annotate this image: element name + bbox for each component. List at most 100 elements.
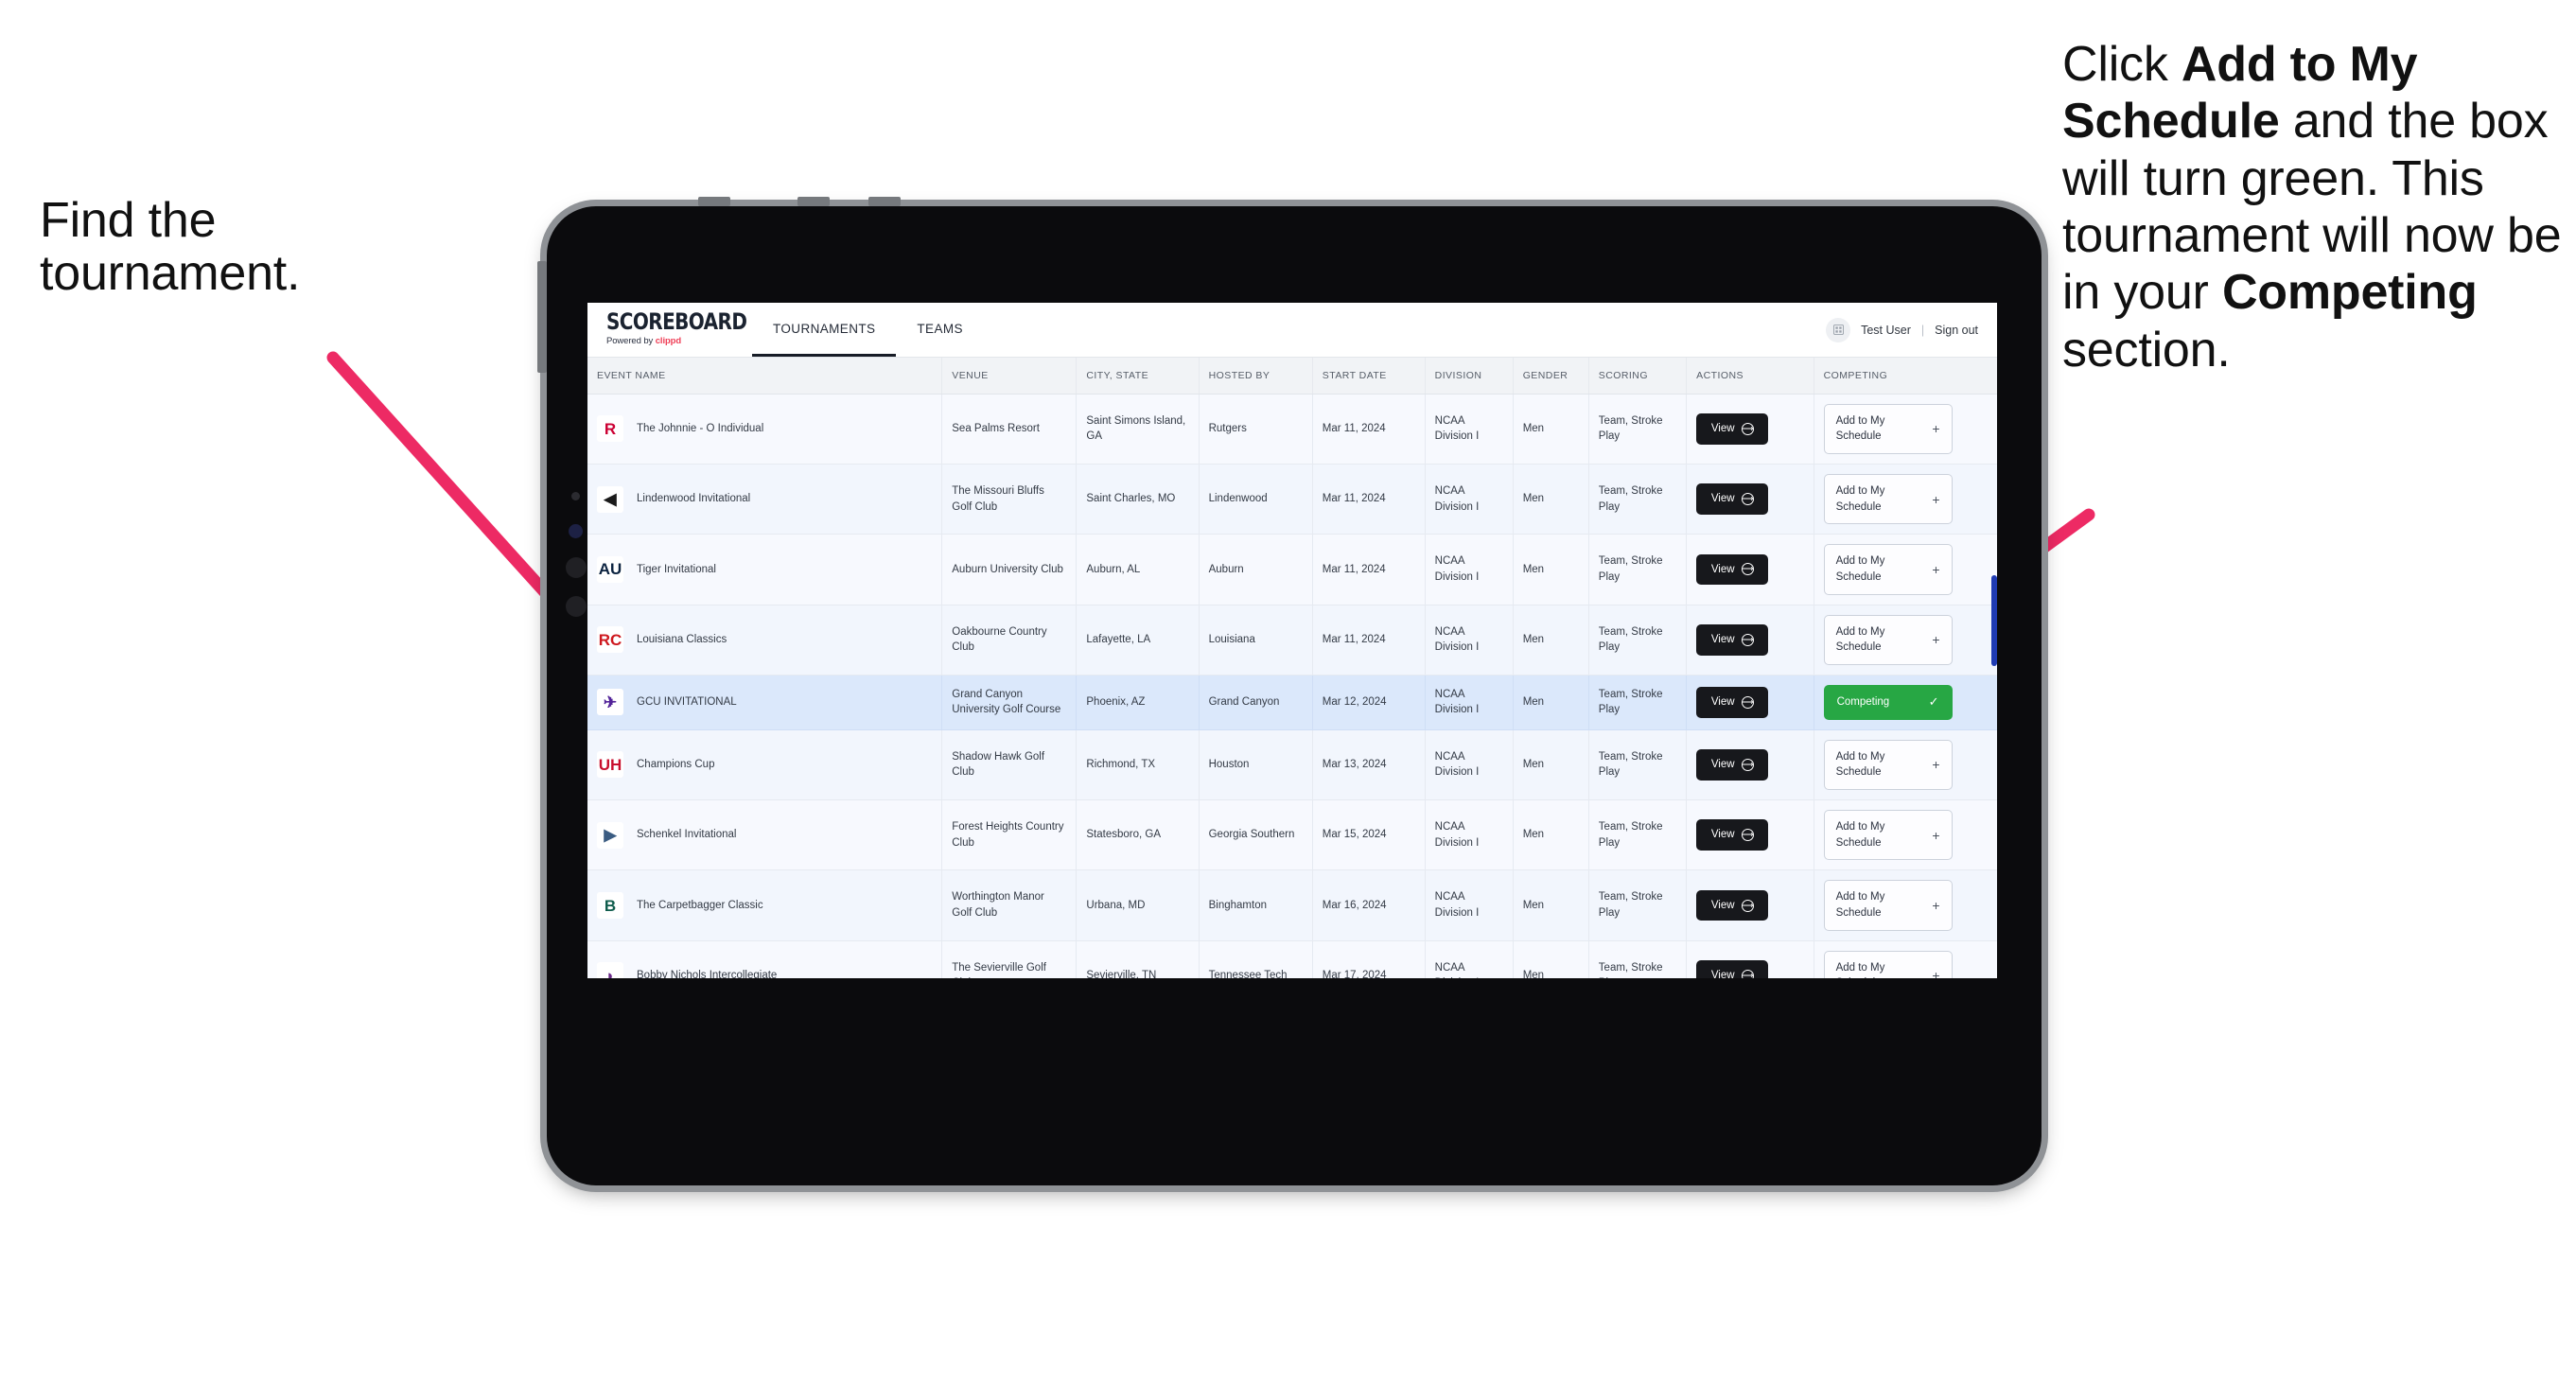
cell-event-name: ▶ Schenkel Invitational bbox=[587, 799, 943, 871]
col-competing[interactable]: COMPETING bbox=[1814, 358, 1997, 395]
sign-out-link[interactable]: Sign out bbox=[1935, 324, 1978, 337]
cell-venue: Sea Palms Resort bbox=[941, 394, 1078, 465]
cell-hosted-by: Louisiana bbox=[1199, 605, 1313, 675]
cell-division: NCAA Division I bbox=[1425, 940, 1514, 978]
speaker-hole-1 bbox=[566, 557, 587, 578]
view-label: View bbox=[1710, 493, 1735, 505]
user-grid-icon[interactable] bbox=[1826, 317, 1851, 342]
brand-logo[interactable]: SCOREBOARD Powered by clippd bbox=[587, 303, 747, 357]
volume-up-button[interactable] bbox=[698, 197, 730, 206]
cell-gender: Men bbox=[1513, 940, 1589, 978]
col-event-name[interactable]: EVENT NAME bbox=[587, 358, 943, 395]
add-label: Add to My Schedule bbox=[1835, 961, 1885, 978]
add-label: Add to My Schedule bbox=[1835, 484, 1885, 513]
col-start-date[interactable]: START DATE bbox=[1312, 358, 1426, 395]
table-row[interactable]: ✈ GCU INVITATIONAL Grand Canyon University… bbox=[587, 675, 1997, 730]
view-button[interactable]: View ⟶ bbox=[1696, 483, 1769, 515]
arrow-right-circle-icon: ⟶ bbox=[1741, 969, 1754, 978]
table-row[interactable]: B The Carpetbagger Classic Worthington Man… bbox=[587, 869, 1997, 941]
cell-scoring: Team, Stroke Play bbox=[1588, 799, 1688, 871]
arrow-right-circle-icon: ⟶ bbox=[1741, 829, 1754, 842]
table-row[interactable]: RC Louisiana Classics Oakbourne Country Cl… bbox=[587, 605, 1997, 675]
view-label: View bbox=[1710, 422, 1735, 434]
plus-icon: + bbox=[1932, 632, 1940, 648]
annotation-add-to-schedule: Click Add to My Schedule and the box wil… bbox=[2062, 36, 2576, 378]
clippd-brand: clippd bbox=[655, 336, 682, 346]
grand-canyon-lope-logo: ✈ bbox=[597, 689, 623, 716]
add-to-my-schedule-button[interactable]: Add to My Schedule + bbox=[1823, 473, 1953, 525]
view-button[interactable]: View ⟶ bbox=[1696, 749, 1769, 781]
table-row[interactable]: UH Champions Cup Shadow Hawk Golf Club Rich… bbox=[587, 729, 1997, 801]
col-gender[interactable]: GENDER bbox=[1513, 358, 1589, 395]
tournaments-table: EVENT NAME VENUE CITY, STATE HOSTED BY S… bbox=[587, 358, 1997, 978]
arrow-right-circle-icon: ⟶ bbox=[1741, 695, 1754, 709]
cell-event-name: RC Louisiana Classics bbox=[587, 605, 943, 675]
cell-gender: Men bbox=[1513, 869, 1589, 941]
add-to-my-schedule-button[interactable]: Add to My Schedule + bbox=[1823, 950, 1953, 978]
view-button[interactable]: View ⟶ bbox=[1696, 889, 1769, 921]
arrow-right-circle-icon: ⟶ bbox=[1741, 422, 1754, 435]
table-row[interactable]: ◗ Bobby Nichols Intercollegiate The Sevier… bbox=[587, 940, 1997, 978]
add-label: Add to My Schedule bbox=[1835, 821, 1885, 849]
camera-lens bbox=[569, 524, 583, 538]
cell-venue: Auburn University Club bbox=[941, 534, 1078, 605]
cell-start-date: Mar 16, 2024 bbox=[1312, 869, 1426, 941]
power-button[interactable] bbox=[868, 197, 901, 206]
view-label: View bbox=[1710, 633, 1735, 645]
view-label: View bbox=[1710, 899, 1735, 911]
add-to-my-schedule-button[interactable]: Add to My Schedule + bbox=[1823, 544, 1953, 595]
cell-scoring: Team, Stroke Play bbox=[1588, 869, 1688, 941]
brand-powered-by: Powered by clippd bbox=[606, 336, 746, 346]
view-button[interactable]: View ⟶ bbox=[1696, 553, 1769, 586]
houston-uh-logo: UH bbox=[597, 751, 623, 779]
add-to-my-schedule-button[interactable]: Add to My Schedule + bbox=[1823, 614, 1953, 665]
cell-event-name: UH Champions Cup bbox=[587, 729, 943, 801]
col-city-state[interactable]: CITY, STATE bbox=[1076, 358, 1200, 395]
side-button[interactable] bbox=[537, 261, 547, 373]
col-actions[interactable]: ACTIONS bbox=[1686, 358, 1814, 395]
add-label: Add to My Schedule bbox=[1835, 555, 1885, 583]
col-hosted-by[interactable]: HOSTED BY bbox=[1199, 358, 1313, 395]
view-button[interactable]: View ⟶ bbox=[1696, 819, 1769, 851]
plus-icon: + bbox=[1932, 561, 1940, 577]
plus-icon: + bbox=[1932, 757, 1940, 773]
table-body: R The Johnnie - O Individual Sea Palms Res… bbox=[587, 394, 1997, 978]
cell-actions: View ⟶ bbox=[1686, 675, 1814, 730]
cell-city-state: Urbana, MD bbox=[1076, 869, 1200, 941]
check-icon: ✓ bbox=[1928, 693, 1939, 709]
cell-gender: Men bbox=[1513, 394, 1589, 465]
cell-venue: Shadow Hawk Golf Club bbox=[941, 729, 1078, 801]
view-button[interactable]: View ⟶ bbox=[1696, 623, 1769, 656]
view-button[interactable]: View ⟶ bbox=[1696, 960, 1769, 978]
col-scoring[interactable]: SCORING bbox=[1588, 358, 1688, 395]
add-to-my-schedule-button[interactable]: Add to My Schedule + bbox=[1823, 880, 1953, 931]
add-to-my-schedule-button[interactable]: Add to My Schedule + bbox=[1823, 403, 1953, 454]
cell-event-name: ◀ Lindenwood Invitational bbox=[587, 464, 943, 535]
volume-down-button[interactable] bbox=[797, 197, 830, 206]
col-division[interactable]: DIVISION bbox=[1425, 358, 1514, 395]
view-label: View bbox=[1710, 759, 1735, 771]
view-button[interactable]: View ⟶ bbox=[1696, 686, 1769, 718]
cell-hosted-by: Auburn bbox=[1199, 534, 1313, 605]
tab-teams[interactable]: TEAMS bbox=[896, 303, 984, 357]
col-venue[interactable]: VENUE bbox=[941, 358, 1078, 395]
cell-actions: View ⟶ bbox=[1686, 394, 1814, 465]
view-button[interactable]: View ⟶ bbox=[1696, 412, 1769, 445]
view-label: View bbox=[1710, 563, 1735, 575]
table-row[interactable]: ▶ Schenkel Invitational Forest Heights Cou… bbox=[587, 799, 1997, 871]
add-to-my-schedule-button[interactable]: Add to My Schedule + bbox=[1823, 810, 1953, 861]
georgia-southern-eagle-logo: ▶ bbox=[597, 821, 623, 849]
cell-city-state: Statesboro, GA bbox=[1076, 799, 1200, 871]
tab-tournaments[interactable]: TOURNAMENTS bbox=[752, 303, 897, 357]
competing-badge[interactable]: Competing ✓ bbox=[1823, 684, 1953, 720]
add-to-my-schedule-button[interactable]: Add to My Schedule + bbox=[1823, 739, 1953, 791]
vertical-scrollbar[interactable] bbox=[1991, 575, 1997, 666]
cell-division: NCAA Division I bbox=[1425, 675, 1514, 730]
table-row[interactable]: AU Tiger Invitational Auburn University Cl… bbox=[587, 534, 1997, 605]
cell-scoring: Team, Stroke Play bbox=[1588, 605, 1688, 675]
table-row[interactable]: ◀ Lindenwood Invitational The Missouri Blu… bbox=[587, 464, 1997, 535]
plus-icon: + bbox=[1932, 491, 1940, 507]
table-row[interactable]: R The Johnnie - O Individual Sea Palms Res… bbox=[587, 394, 1997, 465]
cell-competing: Add to My Schedule + bbox=[1814, 534, 1997, 605]
arrow-right-circle-icon: ⟶ bbox=[1741, 899, 1754, 912]
